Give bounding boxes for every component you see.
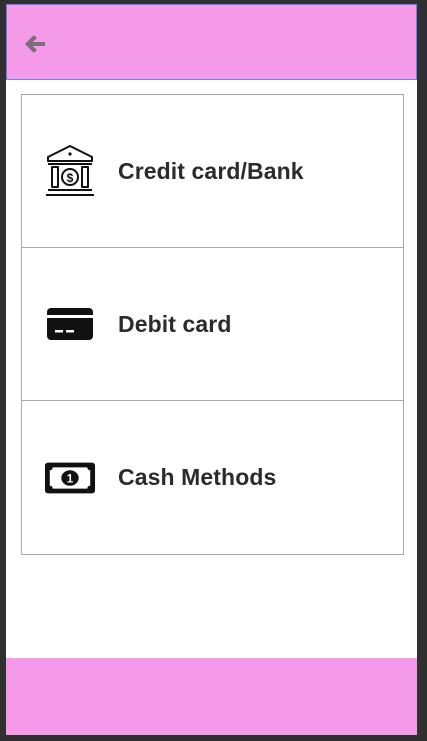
bottom-bar [6,658,417,735]
svg-text:1: 1 [67,473,74,485]
back-button[interactable] [21,31,49,57]
payment-method-cash[interactable]: 1 Cash Methods [22,401,403,554]
payment-method-list: $ Credit card/Bank Debit card 1 Cash Met… [21,94,404,555]
payment-method-label: Debit card [118,310,232,337]
arrow-left-icon [25,35,45,53]
payment-method-debit-card[interactable]: Debit card [22,248,403,401]
top-bar [6,4,417,80]
credit-card-icon [44,296,96,352]
payment-method-label: Credit card/Bank [118,157,304,184]
payment-method-credit-card-bank[interactable]: $ Credit card/Bank [22,95,403,248]
app-screen: $ Credit card/Bank Debit card 1 Cash Met… [6,4,417,735]
cash-note-icon: 1 [44,450,96,506]
payment-method-label: Cash Methods [118,464,277,490]
bank-icon: $ [44,143,96,199]
svg-text:$: $ [67,171,74,185]
